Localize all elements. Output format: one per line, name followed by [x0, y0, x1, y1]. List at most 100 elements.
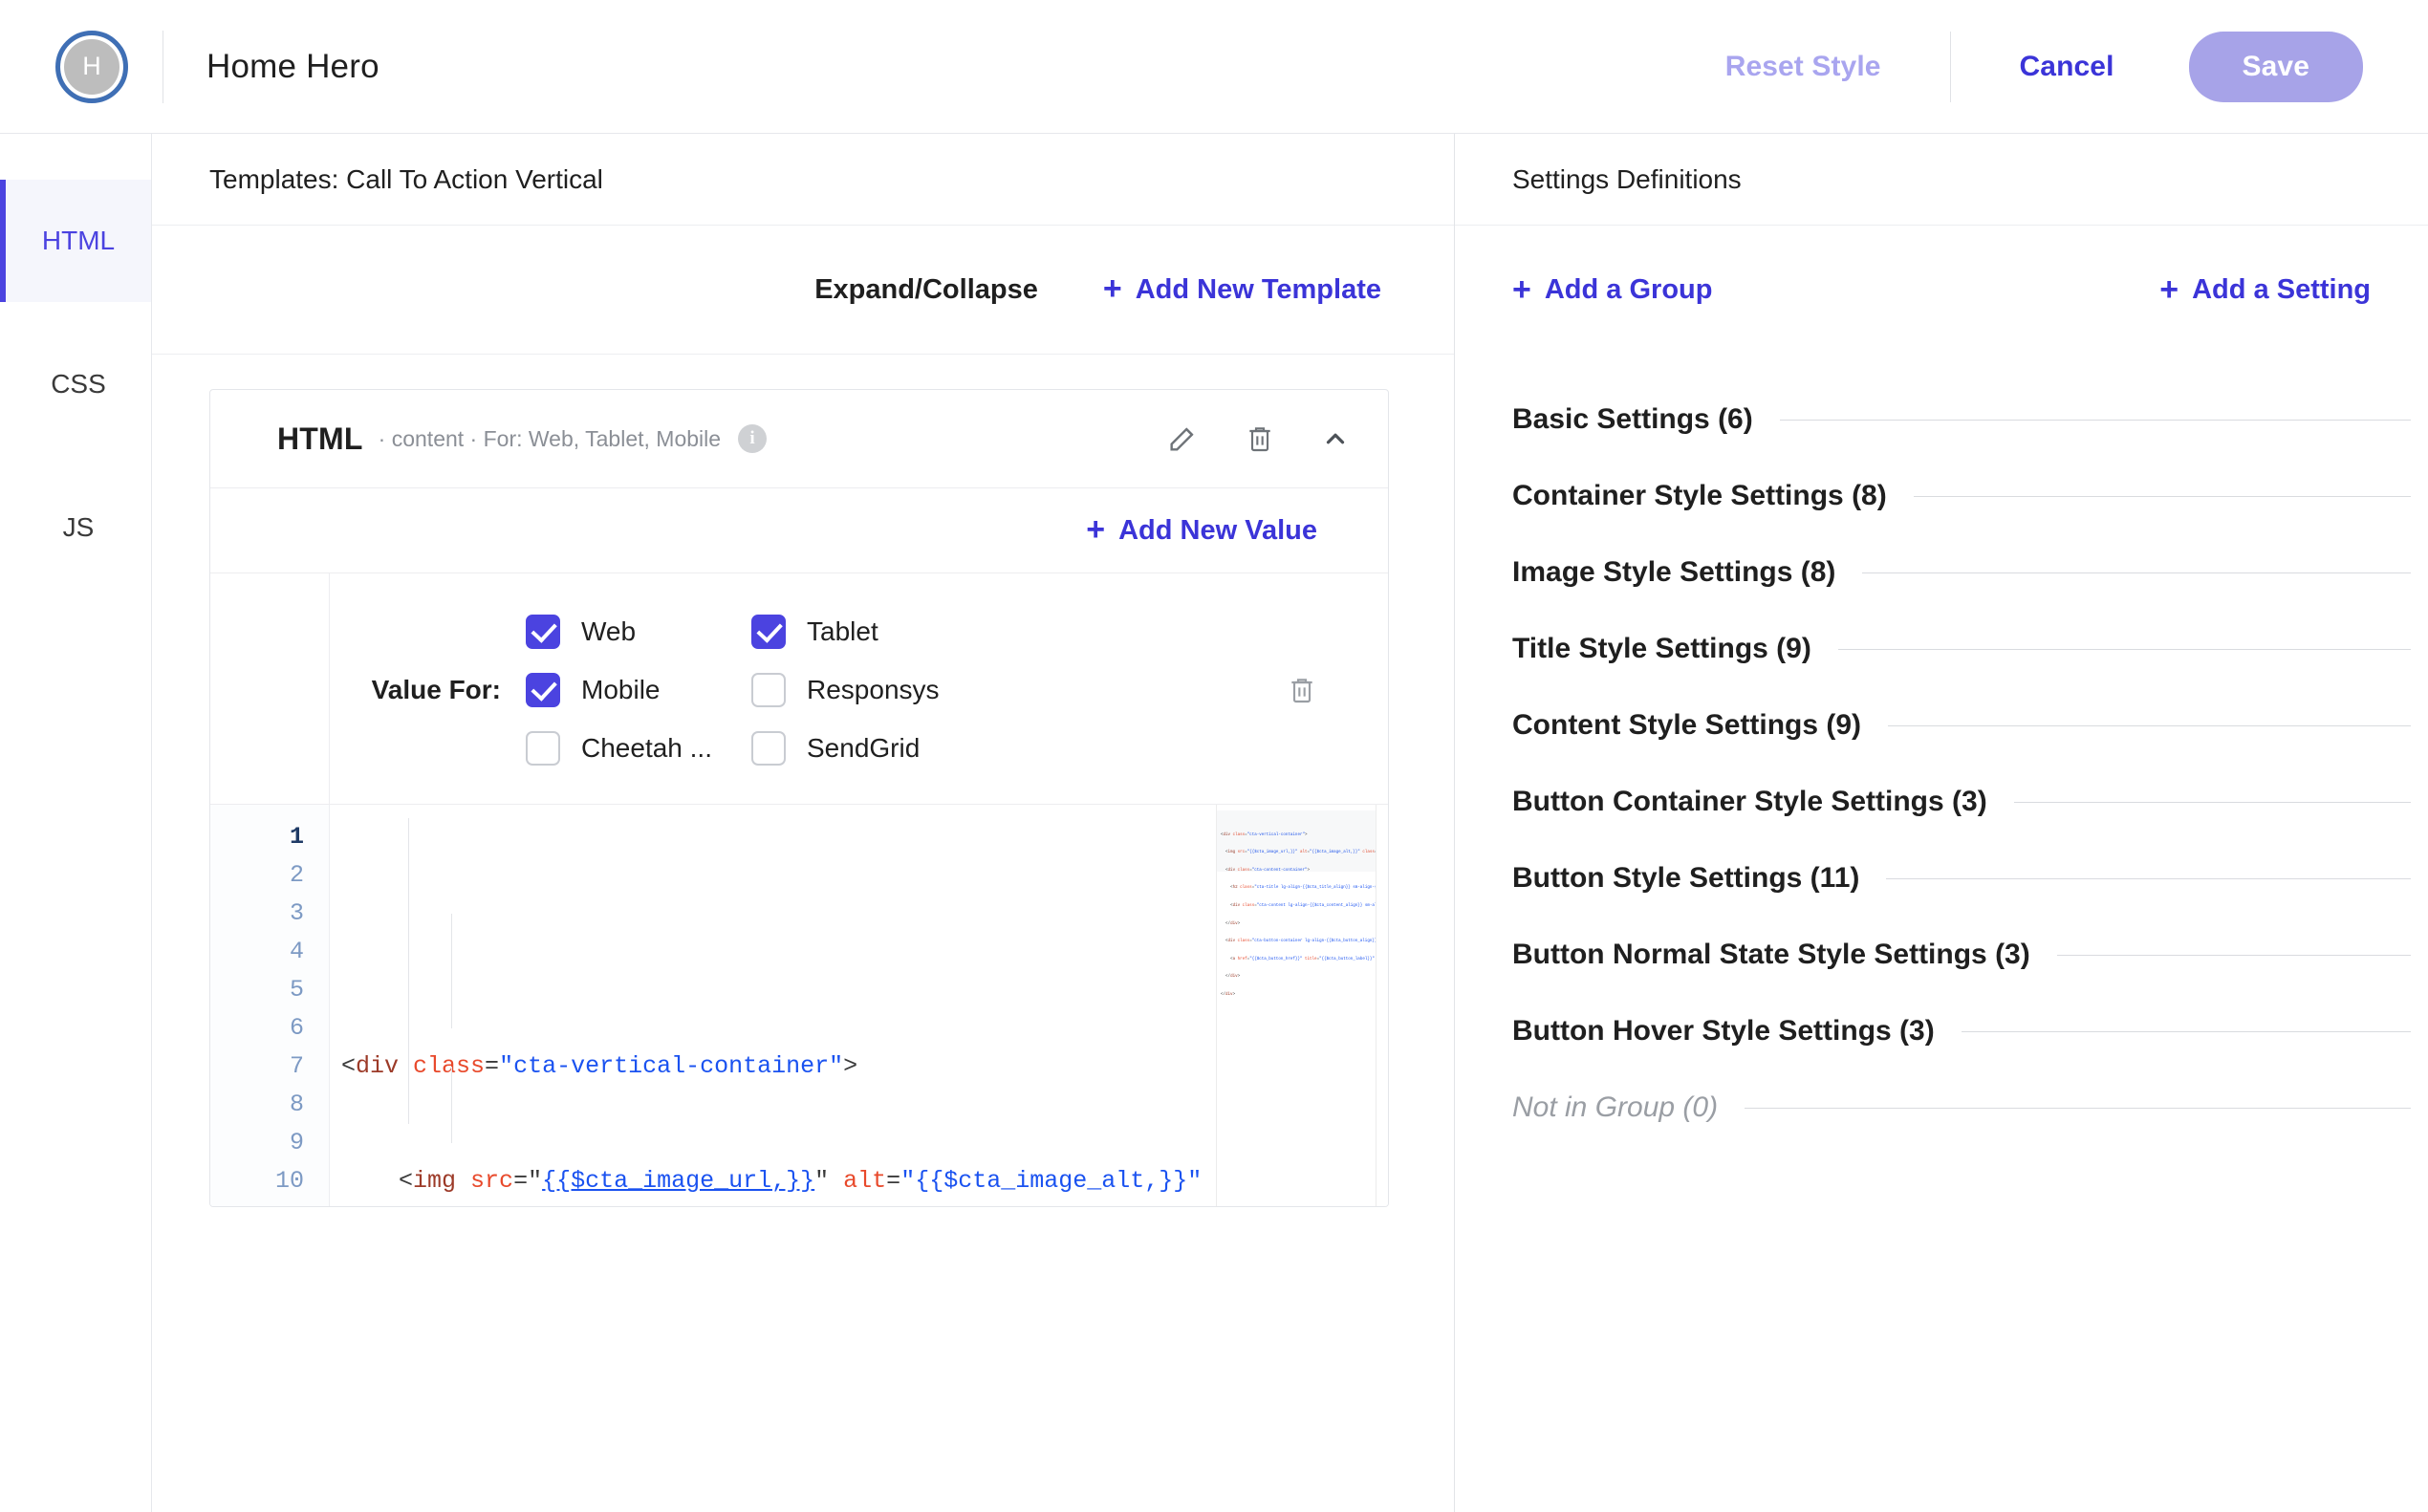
add-new-value-label: Add New Value — [1118, 514, 1317, 546]
template-card-meta: · content · For: Web, Tablet, Mobile — [378, 425, 722, 451]
line-number: 2 — [289, 861, 304, 889]
add-a-group-button[interactable]: + Add a Group — [1512, 270, 1713, 308]
settings-group-label: Container Style Settings (8) — [1512, 480, 1887, 511]
settings-definitions-title: Settings Definitions — [1455, 134, 2428, 226]
settings-group-label: Image Style Settings (8) — [1512, 556, 1836, 588]
avatar[interactable]: H — [55, 30, 128, 103]
sidebar-item-label: HTML — [41, 226, 116, 255]
line-number: 3 — [289, 899, 304, 927]
checkbox-tablet[interactable]: Tablet — [751, 614, 940, 649]
settings-group-button-style[interactable]: Button Style Settings (11) — [1512, 840, 2411, 917]
editor-line-numbers: 1 2 3 4 5 6 7 8 9 10 — [210, 805, 330, 1206]
indent-guide — [408, 818, 409, 1124]
template-card-icons — [1166, 422, 1350, 455]
value-for-section: Value For: Web Tablet Mobile Responsys C… — [210, 573, 1388, 805]
checkbox-box[interactable] — [526, 730, 560, 766]
save-button[interactable]: Save — [2188, 31, 2363, 102]
settings-group-label: Basic Settings (6) — [1512, 403, 1753, 435]
edit-pencil-icon[interactable] — [1166, 422, 1199, 455]
checkbox-responsys[interactable]: Responsys — [751, 672, 940, 707]
info-icon[interactable]: i — [738, 424, 768, 453]
delete-value-trash-icon[interactable] — [1287, 675, 1317, 705]
value-for-label: Value For: — [371, 674, 501, 704]
line-number: 4 — [289, 938, 304, 965]
sidebar-item-html[interactable]: HTML — [0, 180, 151, 302]
template-card: HTML · content · For: Web, Tablet, Mobil… — [209, 389, 1389, 1207]
checkbox-label: Mobile — [581, 674, 661, 704]
breadcrumb: Templates: Call To Action Vertical — [152, 134, 1454, 226]
settings-toolbar: + Add a Group + Add a Setting — [1455, 226, 2428, 355]
checkbox-label: SendGrid — [807, 732, 921, 763]
add-a-setting-button[interactable]: + Add a Setting — [2159, 270, 2371, 308]
group-rule — [1888, 724, 2411, 726]
settings-group-label: Not in Group (0) — [1512, 1091, 1719, 1123]
settings-group-label: Button Normal State Style Settings (3) — [1512, 939, 2030, 970]
collapse-chevron-up-icon[interactable] — [1321, 424, 1350, 453]
checkbox-cheetah[interactable]: Cheetah ... — [526, 730, 751, 766]
avatar-initial: H — [82, 52, 101, 80]
delete-trash-icon[interactable] — [1245, 423, 1275, 454]
add-new-value-button[interactable]: + Add New Value — [1086, 513, 1317, 547]
group-rule — [1745, 1107, 2411, 1109]
plus-icon: + — [2159, 270, 2179, 308]
value-for-checkbox-grid: Web Tablet Mobile Responsys Cheetah ... … — [526, 602, 940, 777]
add-new-template-button[interactable]: + Add New Template — [1103, 272, 1381, 306]
settings-group-basic[interactable]: Basic Settings (6) — [1512, 381, 2411, 458]
code-line: <img src="{{$cta_image_url,}}" alt="{{$c… — [399, 1167, 1246, 1195]
plus-icon: + — [1512, 270, 1531, 308]
code-line: <div class="cta-vertical-container"> — [341, 1052, 858, 1080]
checkbox-sendgrid[interactable]: SendGrid — [751, 730, 940, 766]
value-for-left-rule — [329, 573, 330, 804]
checkbox-label: Tablet — [807, 616, 878, 646]
checkbox-box[interactable] — [526, 672, 560, 707]
settings-group-list: Basic Settings (6) Container Style Setti… — [1455, 355, 2428, 1146]
editor-code-area[interactable]: <div class="cta-vertical-container"> <im… — [330, 805, 1388, 1206]
line-number: 10 — [274, 1167, 304, 1195]
add-new-template-label: Add New Template — [1135, 273, 1381, 305]
settings-group-content-style[interactable]: Content Style Settings (9) — [1512, 687, 2411, 764]
checkbox-label: Responsys — [807, 674, 940, 704]
sidebar-item-label: JS — [62, 512, 95, 542]
settings-group-label: Title Style Settings (9) — [1512, 633, 1811, 664]
indent-guide — [451, 914, 452, 1028]
line-number: 8 — [289, 1091, 304, 1118]
indent-guide — [451, 1067, 452, 1143]
settings-title-label: Settings Definitions — [1512, 163, 1742, 194]
code-editor[interactable]: 1 2 3 4 5 6 7 8 9 10 <div class="cta-ver… — [210, 805, 1388, 1206]
main-body: HTML CSS JS Templates: Call To Action Ve… — [0, 134, 2428, 1512]
settings-group-label: Button Container Style Settings (3) — [1512, 786, 1987, 817]
template-card-header: HTML · content · For: Web, Tablet, Mobil… — [210, 390, 1388, 488]
settings-group-not-in-group[interactable]: Not in Group (0) — [1512, 1069, 2411, 1146]
template-card-area: HTML · content · For: Web, Tablet, Mobil… — [152, 355, 1454, 1207]
sidebar-item-css[interactable]: CSS — [0, 323, 151, 445]
settings-group-container-style[interactable]: Container Style Settings (8) — [1512, 458, 2411, 534]
checkbox-box[interactable] — [751, 614, 786, 649]
template-card-type: HTML — [277, 421, 363, 456]
checkbox-label: Web — [581, 616, 637, 646]
settings-group-title-style[interactable]: Title Style Settings (9) — [1512, 611, 2411, 687]
templates-panel: Templates: Call To Action Vertical Expan… — [152, 134, 1455, 1512]
group-rule — [2056, 954, 2411, 956]
group-rule — [1862, 572, 2411, 573]
sidebar-item-js[interactable]: JS — [0, 466, 151, 589]
checkbox-mobile[interactable]: Mobile — [526, 672, 751, 707]
cancel-button[interactable]: Cancel — [2020, 51, 2114, 83]
expand-collapse-button[interactable]: Expand/Collapse — [814, 274, 1038, 306]
settings-group-image-style[interactable]: Image Style Settings (8) — [1512, 534, 2411, 611]
checkbox-web[interactable]: Web — [526, 614, 751, 649]
line-number: 9 — [289, 1129, 304, 1156]
checkbox-box[interactable] — [526, 614, 560, 649]
settings-group-button-hover-style[interactable]: Button Hover Style Settings (3) — [1512, 993, 2411, 1069]
settings-group-label: Button Hover Style Settings (3) — [1512, 1015, 1935, 1047]
settings-group-button-normal-state[interactable]: Button Normal State Style Settings (3) — [1512, 917, 2411, 993]
header-actions: Reset Style Cancel Save — [1725, 31, 2428, 102]
group-rule — [1961, 1030, 2411, 1032]
checkbox-label: Cheetah ... — [581, 732, 712, 763]
group-rule — [1886, 877, 2411, 879]
line-number: 5 — [289, 976, 304, 1004]
add-a-group-label: Add a Group — [1544, 274, 1713, 305]
reset-style-button[interactable]: Reset Style — [1725, 51, 1881, 83]
checkbox-box[interactable] — [751, 730, 786, 766]
settings-group-button-container-style[interactable]: Button Container Style Settings (3) — [1512, 764, 2411, 840]
checkbox-box[interactable] — [751, 672, 786, 707]
